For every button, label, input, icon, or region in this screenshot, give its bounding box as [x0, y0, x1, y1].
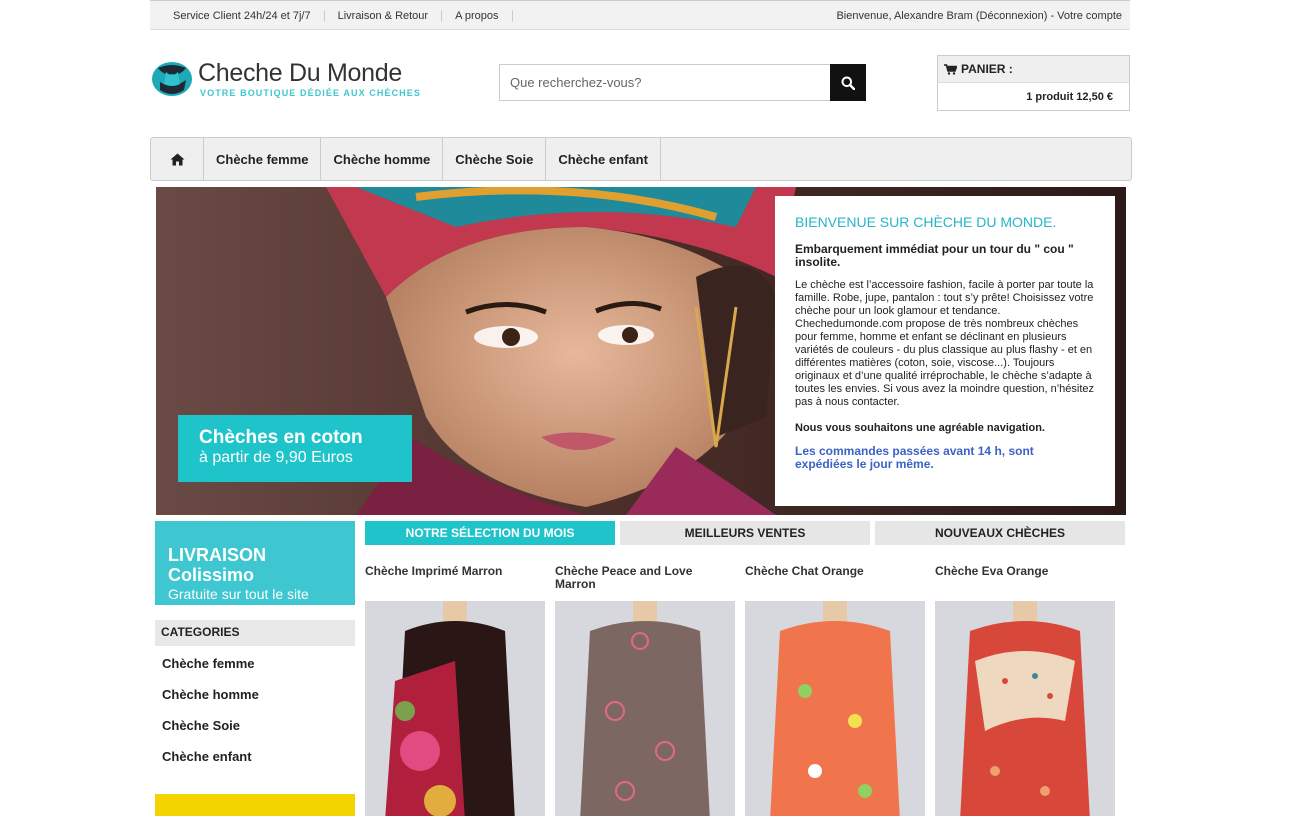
a-propos-link[interactable]: A propos — [442, 10, 513, 22]
product-name[interactable]: Chèche Peace and Love Marron — [555, 565, 735, 601]
product-card[interactable]: Chèche Imprimé Marron — [365, 565, 545, 816]
main-nav: Chèche femme Chèche homme Chèche Soie Ch… — [150, 137, 1132, 181]
tab-selection-du-mois[interactable]: NOTRE SÉLECTION DU MOIS — [365, 521, 615, 545]
welcome-closing: Nous vous souhaitons une agréable naviga… — [795, 422, 1045, 434]
tab-meilleurs-ventes[interactable]: MEILLEURS VENTES — [620, 521, 870, 545]
nav-cheche-enfant[interactable]: Chèche enfant — [546, 138, 661, 180]
promo-subtitle: à partir de 9,90 Euros — [199, 449, 353, 466]
cart-label: PANIER : — [961, 62, 1013, 76]
cart-summary: 1 produit 12,50 € — [1026, 91, 1113, 103]
tab-nouveaux-cheches[interactable]: NOUVEAUX CHÈCHES — [875, 521, 1125, 545]
livraison-retour-link[interactable]: Livraison & Retour — [325, 10, 443, 22]
livraison-title: LIVRAISON Colissimo — [168, 545, 267, 585]
category-cheche-soie[interactable]: Chèche Soie — [162, 716, 259, 747]
scarf-image — [555, 601, 735, 816]
category-cheche-enfant[interactable]: Chèche enfant — [162, 747, 259, 778]
welcome-title: BIENVENUE SUR CHÈCHE DU MONDE. — [795, 214, 1057, 230]
scarf-logo-icon — [152, 62, 192, 96]
cart-box[interactable]: PANIER : 1 produit 12,50 € — [937, 55, 1130, 111]
nav-cheche-soie[interactable]: Chèche Soie — [443, 138, 547, 180]
product-name[interactable]: Chèche Eva Orange — [935, 565, 1115, 601]
category-cheche-femme[interactable]: Chèche femme — [162, 654, 259, 685]
account-text[interactable]: Bienvenue, Alexandre Bram (Déconnexion) … — [836, 1, 1122, 31]
cart-header: PANIER : — [938, 56, 1129, 83]
nav-cheche-homme[interactable]: Chèche homme — [321, 138, 444, 180]
search-input[interactable] — [500, 65, 831, 100]
product-name[interactable]: Chèche Chat Orange — [745, 565, 925, 601]
logo-tagline: VOTRE BOUTIQUE DÉDIÉE AUX CHÈCHES — [200, 88, 421, 98]
welcome-panel: BIENVENUE SUR CHÈCHE DU MONDE. Embarquem… — [775, 196, 1115, 506]
scarf-image — [745, 601, 925, 816]
top-bar: Service Client 24h/24 et 7j/7 Livraison … — [150, 0, 1130, 30]
welcome-subtitle: Embarquement immédiat pour un tour du " … — [795, 242, 1074, 269]
product-image[interactable] — [745, 601, 925, 816]
promo-title: Chèches en coton — [199, 427, 363, 448]
product-card[interactable]: Chèche Chat Orange — [745, 565, 925, 816]
livraison-banner[interactable]: LIVRAISON Colissimo Gratuite sur tout le… — [155, 521, 355, 605]
product-card[interactable]: Chèche Peace and Love Marron — [555, 565, 735, 816]
search-icon — [841, 76, 855, 90]
categories-heading: CATEGORIES — [155, 620, 355, 646]
categories-list: Chèche femme Chèche homme Chèche Soie Ch… — [162, 654, 259, 778]
search-button[interactable] — [830, 64, 866, 101]
livraison-subtitle: Gratuite sur tout le site — [168, 586, 309, 602]
nav-cheche-femme[interactable]: Chèche femme — [204, 138, 322, 180]
product-card[interactable]: Chèche Eva Orange — [935, 565, 1115, 816]
search-box — [499, 64, 866, 101]
cart-icon — [944, 63, 957, 75]
scarf-image — [365, 601, 545, 816]
site-logo[interactable]: Cheche Du Monde VOTRE BOUTIQUE DÉDIÉE AU… — [150, 58, 440, 102]
service-client-link[interactable]: Service Client 24h/24 et 7j/7 — [160, 10, 325, 22]
product-image[interactable] — [935, 601, 1115, 816]
logo-name: Cheche Du Monde — [198, 59, 402, 87]
scarf-image — [935, 601, 1115, 816]
top-links: Service Client 24h/24 et 7j/7 Livraison … — [160, 1, 513, 31]
yellow-promo-banner[interactable] — [155, 794, 355, 816]
product-name[interactable]: Chèche Imprimé Marron — [365, 565, 545, 601]
product-image[interactable] — [555, 601, 735, 816]
shipping-note: Les commandes passées avant 14 h, sont e… — [795, 444, 1034, 471]
welcome-body: Le chèche est l’accessoire fashion, faci… — [795, 279, 1094, 408]
product-image[interactable] — [365, 601, 545, 816]
home-icon — [170, 153, 184, 165]
category-cheche-homme[interactable]: Chèche homme — [162, 685, 259, 716]
nav-home[interactable] — [151, 138, 204, 180]
hero-promo-banner[interactable]: Chèches en coton à partir de 9,90 Euros — [178, 415, 412, 482]
